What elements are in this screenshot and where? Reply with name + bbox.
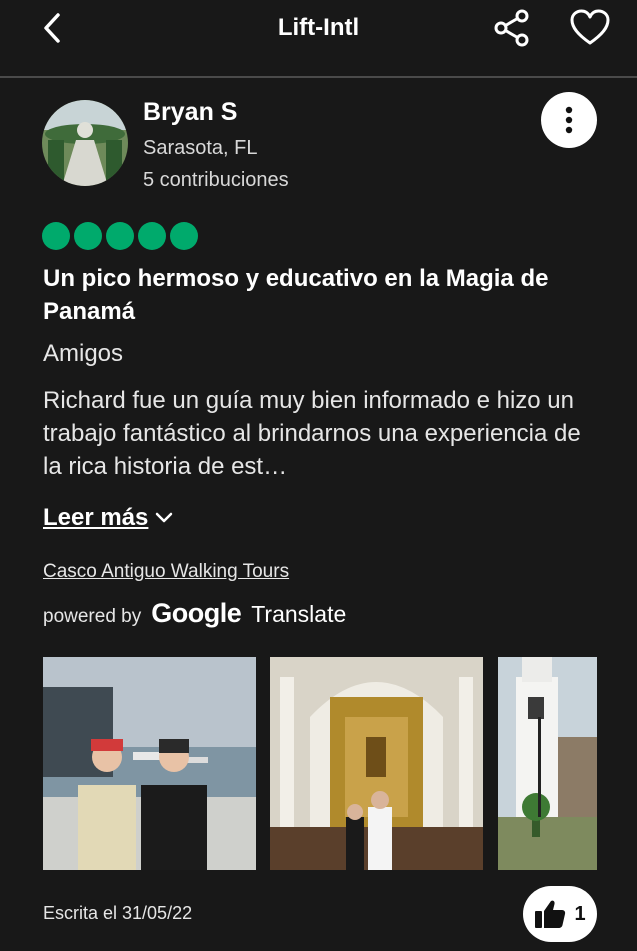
written-date: Escrita el 31/05/22: [43, 903, 193, 923]
rating-bubble: [138, 222, 166, 250]
read-more-label: Leer más: [43, 504, 149, 531]
top-bar: Lift-Intl: [0, 0, 637, 76]
heart-icon: [570, 9, 610, 45]
reviewer-contributions: 5 contribuciones: [143, 169, 289, 191]
translate-label: Translate: [251, 601, 347, 627]
rating-bubble: [106, 222, 134, 250]
helpful-count: 1: [574, 902, 586, 925]
google-logo: Google: [151, 598, 242, 628]
reviewer-name[interactable]: Bryan S: [143, 98, 237, 127]
read-more-button[interactable]: Leer más: [43, 504, 174, 532]
save-button[interactable]: [569, 8, 611, 48]
helpful-vote-button[interactable]: 1: [523, 886, 597, 942]
header-divider: [0, 76, 637, 78]
review-text: Richard fue un guía muy bien informado e…: [43, 387, 581, 480]
review-photo-1[interactable]: [43, 657, 256, 870]
reviewer-location: Sarasota, FL: [143, 137, 258, 159]
review-photo-3[interactable]: [498, 657, 597, 870]
rating-bubble: [42, 222, 70, 250]
powered-by-google-translate: powered by Google Translate: [43, 598, 346, 629]
chevron-down-icon: [156, 512, 173, 523]
trip-type: Amigos: [43, 340, 124, 367]
rating-bubbles: [42, 222, 198, 250]
share-button[interactable]: [492, 8, 532, 48]
share-icon: [494, 9, 529, 47]
rating-bubble: [170, 222, 198, 250]
avatar[interactable]: [42, 100, 128, 186]
more-options-button[interactable]: [541, 92, 597, 148]
more-vertical-icon: [565, 106, 573, 134]
rating-bubble: [74, 222, 102, 250]
thumbs-up-icon: [535, 900, 566, 928]
tour-link[interactable]: Casco Antiguo Walking Tours: [43, 561, 289, 583]
page-title: Lift-Intl: [277, 14, 360, 41]
review-title: Un pico hermoso y educativo en la Magia …: [43, 265, 549, 325]
review-photo-2[interactable]: [270, 657, 483, 870]
powered-by-label: powered by: [43, 606, 142, 627]
